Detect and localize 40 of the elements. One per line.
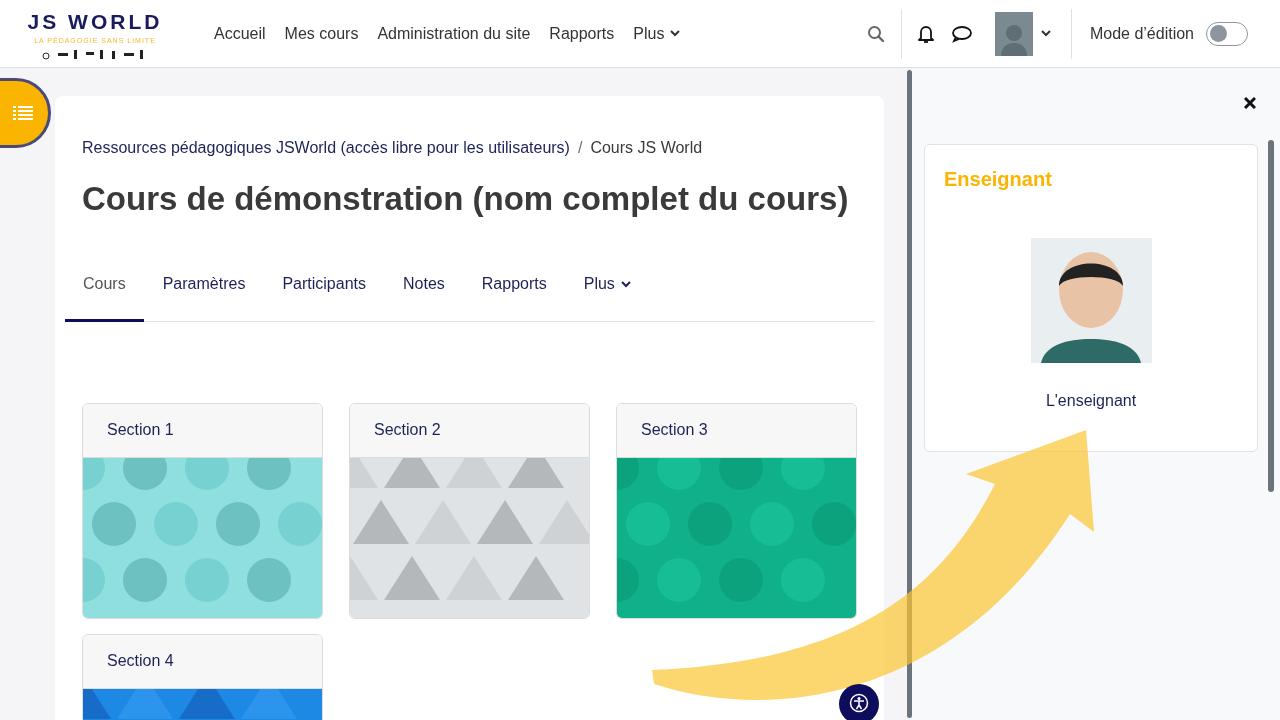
edit-mode-label: Mode d’édition	[1089, 23, 1194, 44]
breadcrumb-separator: /	[577, 138, 583, 158]
course-tab[interactable]: Rapports	[463, 249, 565, 322]
breadcrumb-link[interactable]: Ressources pédagogiques JSWorld (accès libre pour les utilisateurs)	[82, 136, 570, 160]
course-tab[interactable]: Cours	[65, 249, 144, 322]
section-title[interactable]: Section 4	[107, 649, 174, 673]
caret-icon	[620, 280, 631, 288]
course-tab[interactable]: Notes	[385, 249, 463, 322]
chat-icon[interactable]	[950, 23, 973, 44]
section-title[interactable]: Section 1	[107, 418, 174, 442]
course-tab[interactable]: Participants	[264, 249, 384, 322]
teacher-avatar[interactable]	[1030, 238, 1152, 363]
course-tab[interactable]: Paramètres	[144, 249, 264, 322]
section-card[interactable]: Section 1	[82, 402, 323, 619]
nav-link[interactable]: Rapports	[549, 21, 615, 46]
nav-link[interactable]: Mes cours	[284, 21, 359, 46]
section-card[interactable]: Section 2	[349, 402, 590, 619]
logo-text[interactable]: JS WORLD	[27, 10, 163, 32]
course-title: Cours de démonstration (nom complet du cours)	[82, 179, 850, 219]
bell-icon[interactable]	[915, 23, 936, 44]
accessibility-icon	[849, 693, 869, 713]
block-title: Enseignant	[944, 167, 1052, 192]
teacher-name[interactable]: L'enseignant	[1045, 389, 1137, 413]
edit-mode-toggle[interactable]	[1206, 21, 1248, 46]
nav-link[interactable]: Administration du site	[377, 21, 531, 46]
close-icon[interactable]	[1244, 97, 1256, 109]
section-title[interactable]: Section 3	[641, 418, 708, 442]
course-index-toggle[interactable]	[0, 78, 51, 148]
search-icon[interactable]	[866, 24, 885, 43]
caret-icon[interactable]	[1040, 30, 1051, 37]
section-title[interactable]: Section 2	[374, 418, 441, 442]
nav-link[interactable]: Accueil	[214, 21, 266, 46]
list-icon	[12, 105, 33, 121]
section-card[interactable]: Section 4	[82, 633, 323, 720]
caret-icon	[670, 30, 681, 37]
user-avatar[interactable]	[994, 11, 1033, 56]
course-tab[interactable]: Plus	[565, 249, 649, 322]
section-card[interactable]: Section 3	[616, 402, 857, 619]
breadcrumb-link[interactable]: Cours JS World	[590, 136, 703, 160]
nav-link[interactable]: Plus	[633, 21, 681, 46]
